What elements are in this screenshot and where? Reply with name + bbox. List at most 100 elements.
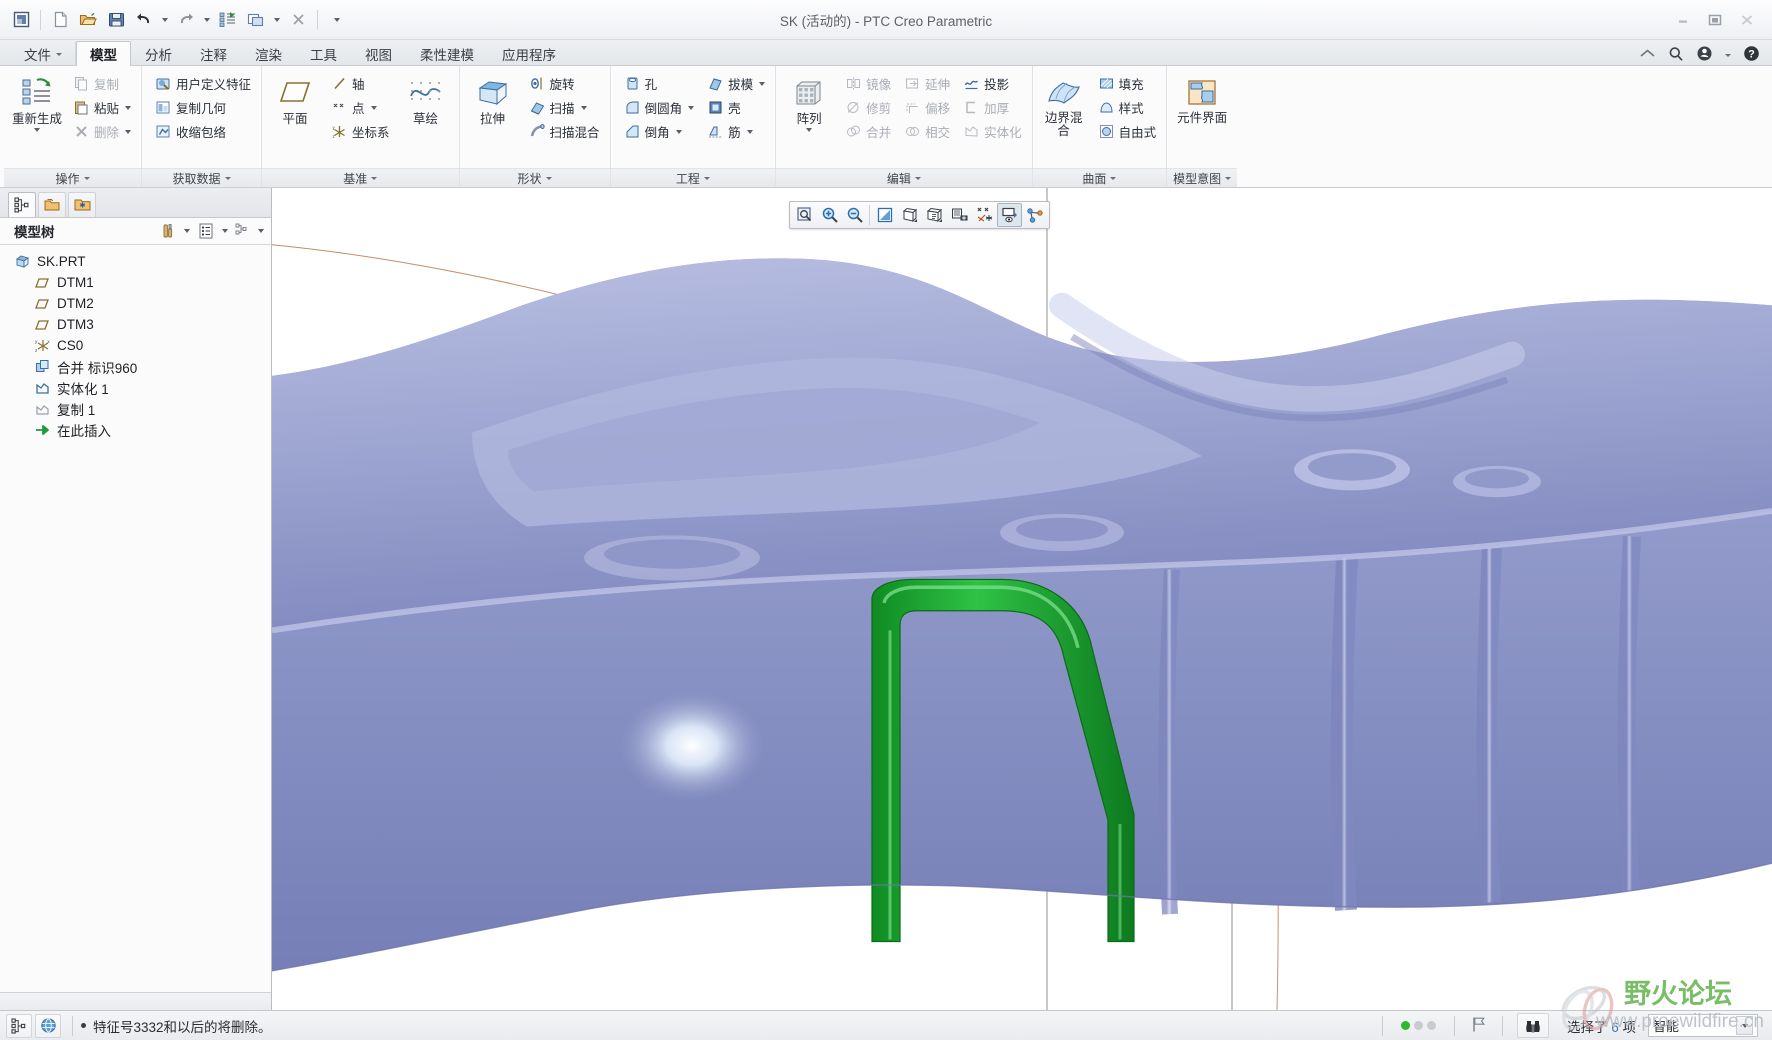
sketch-button[interactable]: 草绘: [398, 72, 454, 146]
binoculars-icon[interactable]: [1516, 1013, 1549, 1038]
account-icon[interactable]: [1696, 45, 1713, 65]
tree-item-solidify[interactable]: 实体化 1: [0, 377, 271, 398]
shell-button[interactable]: 壳: [702, 96, 770, 119]
paste-button[interactable]: 粘贴: [68, 96, 136, 119]
component-interface-button[interactable]: 元件界面: [1172, 72, 1232, 146]
tree-filter-icon[interactable]: [232, 220, 254, 242]
tree-item-cs0[interactable]: yz x CS0: [0, 335, 271, 356]
delete-button[interactable]: 删除: [68, 120, 136, 143]
close-window-icon[interactable]: [285, 7, 311, 33]
copy-button[interactable]: 复制: [68, 72, 136, 95]
point-button[interactable]: 点: [326, 96, 395, 119]
tab-applications[interactable]: 应用程序: [488, 41, 570, 66]
close-icon[interactable]: [1736, 11, 1758, 29]
tree-item-dtm3[interactable]: DTM3: [0, 314, 271, 335]
freestyle-button[interactable]: 自由式: [1093, 120, 1162, 143]
selection-filter-combobox[interactable]: 智能: [1648, 1014, 1758, 1037]
tab-annotate[interactable]: 注释: [186, 41, 241, 66]
group-title-datum[interactable]: 基准: [262, 168, 459, 187]
collapse-ribbon-icon[interactable]: [1639, 47, 1656, 63]
extend-button[interactable]: 延伸: [899, 72, 955, 95]
sweep-button[interactable]: 扫描: [524, 96, 605, 119]
group-title-engineering[interactable]: 工程: [610, 168, 776, 187]
save-icon[interactable]: [103, 7, 129, 33]
tab-render[interactable]: 渲染: [241, 41, 296, 66]
folder-browser-tab[interactable]: [38, 192, 66, 217]
chevron-down-icon[interactable]: [675, 129, 682, 134]
tree-filter-dropdown[interactable]: [255, 220, 267, 242]
chamfer-button[interactable]: 倒角: [619, 120, 700, 143]
style-button[interactable]: 样式: [1093, 96, 1162, 119]
draft-button[interactable]: 拔模: [702, 72, 770, 95]
thicken-button[interactable]: 加厚: [958, 96, 1027, 119]
group-title-shapes[interactable]: 形状: [459, 168, 610, 187]
customize-qat-icon[interactable]: [324, 7, 350, 33]
csys-button[interactable]: yz 坐标系: [326, 120, 395, 143]
revolve-button[interactable]: 旋转: [524, 72, 605, 95]
offset-button[interactable]: 偏移: [899, 96, 955, 119]
tree-columns-icon[interactable]: [194, 220, 218, 242]
tree-item-dtm1[interactable]: DTM1: [0, 272, 271, 293]
open-file-icon[interactable]: [75, 7, 101, 33]
round-button[interactable]: 倒圆角: [619, 96, 700, 119]
group-title-surfaces[interactable]: 曲面: [1032, 168, 1167, 187]
annotation-display-icon[interactable]: [997, 203, 1022, 227]
chevron-down-icon[interactable]: [688, 105, 695, 110]
tab-file[interactable]: 文件: [10, 41, 76, 66]
spin-center-icon[interactable]: [1022, 203, 1047, 227]
tree-item-insert-here[interactable]: 在此插入: [0, 419, 271, 440]
repaint-icon[interactable]: [872, 203, 897, 227]
zoom-in-icon[interactable]: [817, 203, 842, 227]
solidify-button[interactable]: 实体化: [958, 120, 1027, 143]
minimize-icon[interactable]: [1672, 11, 1694, 29]
group-title-editing[interactable]: 编辑: [776, 168, 1032, 187]
model-tree-tab[interactable]: [8, 192, 36, 217]
udf-button[interactable]: 用户定义特征: [150, 72, 256, 95]
chevron-down-icon[interactable]: [34, 128, 40, 132]
boundary-blend-button[interactable]: 边界混合: [1038, 72, 1090, 146]
hole-button[interactable]: 孔: [619, 72, 700, 95]
tree-item-part[interactable]: SK.PRT: [0, 251, 271, 272]
mirror-button[interactable]: 镜像: [840, 72, 896, 95]
rib-button[interactable]: 筋: [702, 120, 770, 143]
datum-plane-button[interactable]: 平面: [267, 72, 323, 146]
chevron-down-icon[interactable]: [1736, 1016, 1753, 1035]
project-button[interactable]: 投影: [958, 72, 1027, 95]
model-tree-toggle-icon[interactable]: [6, 1013, 32, 1038]
redo-icon[interactable]: [173, 7, 199, 33]
tree-item-merge[interactable]: 合并 标识960: [0, 356, 271, 377]
chevron-down-icon[interactable]: [125, 105, 132, 110]
regenerate-button[interactable]: 重新生成: [9, 72, 65, 146]
merge-button[interactable]: 合并: [840, 120, 896, 143]
view-manager-icon[interactable]: [947, 203, 972, 227]
chevron-down-icon[interactable]: [125, 129, 132, 134]
axis-button[interactable]: 轴: [326, 72, 395, 95]
flag-icon[interactable]: [1463, 1016, 1494, 1036]
extrude-button[interactable]: 拉伸: [465, 72, 521, 146]
tab-flexible-modeling[interactable]: 柔性建模: [406, 41, 488, 66]
account-dropdown-icon[interactable]: [1725, 53, 1731, 57]
shrinkwrap-button[interactable]: 收缩包络: [150, 120, 256, 143]
help-icon[interactable]: ?: [1743, 45, 1760, 65]
tree-settings-dropdown[interactable]: [181, 220, 193, 242]
redo-dropdown[interactable]: [201, 7, 213, 33]
undo-dropdown[interactable]: [159, 7, 171, 33]
favorites-tab[interactable]: [68, 192, 96, 217]
tree-item-copy[interactable]: 复制 1: [0, 398, 271, 419]
copy-geometry-button[interactable]: 复制几何: [150, 96, 256, 119]
undo-icon[interactable]: [131, 7, 157, 33]
graphics-viewport[interactable]: [272, 188, 1772, 1010]
search-icon[interactable]: [1668, 46, 1684, 65]
trim-button[interactable]: 修剪: [840, 96, 896, 119]
tab-model[interactable]: 模型: [76, 41, 131, 66]
display-style-icon[interactable]: [897, 203, 922, 227]
intersect-button[interactable]: 相交: [899, 120, 955, 143]
tab-tools[interactable]: 工具: [296, 41, 351, 66]
restore-icon[interactable]: [1704, 11, 1726, 29]
tree-item-dtm2[interactable]: DTM2: [0, 293, 271, 314]
refit-icon[interactable]: [792, 203, 817, 227]
chevron-down-icon[interactable]: [746, 129, 753, 134]
fill-button[interactable]: 填充: [1093, 72, 1162, 95]
window-dropdown[interactable]: [271, 7, 283, 33]
chevron-down-icon[interactable]: [759, 81, 766, 86]
